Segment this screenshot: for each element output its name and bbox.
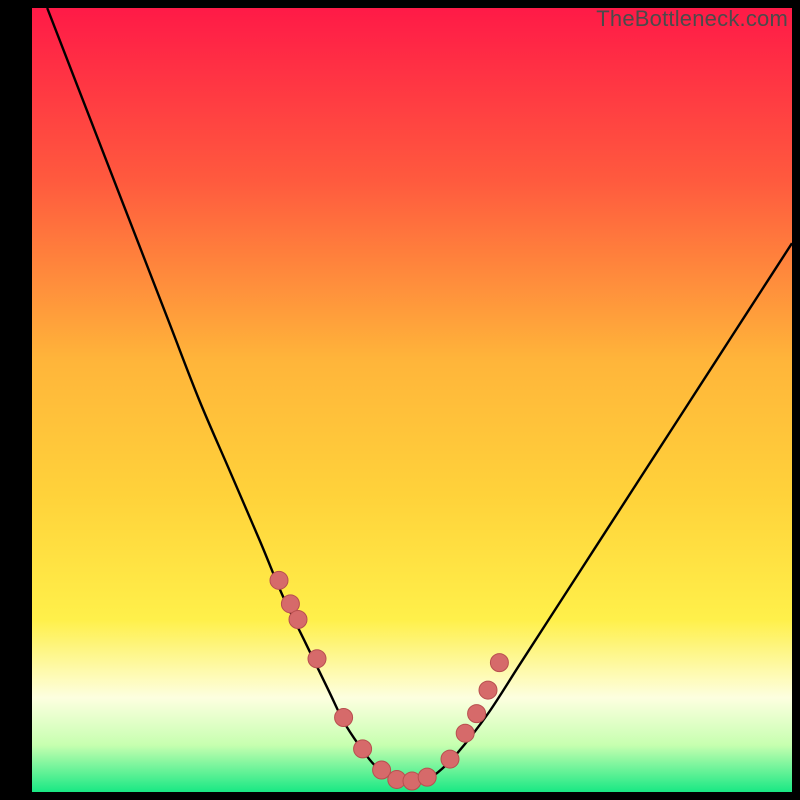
marker-dot	[479, 681, 497, 699]
marker-dot	[289, 611, 307, 629]
watermark-text: TheBottleneck.com	[596, 6, 788, 32]
chart-svg	[32, 8, 792, 792]
marker-dot	[441, 750, 459, 768]
gradient-background	[32, 8, 792, 792]
marker-dot	[468, 705, 486, 723]
marker-dot	[335, 709, 353, 727]
marker-dot	[490, 654, 508, 672]
marker-dot	[456, 724, 474, 742]
marker-dot	[354, 740, 372, 758]
marker-dot	[270, 571, 288, 589]
marker-dot	[308, 650, 326, 668]
chart-frame	[32, 8, 792, 792]
marker-dot	[418, 768, 436, 786]
